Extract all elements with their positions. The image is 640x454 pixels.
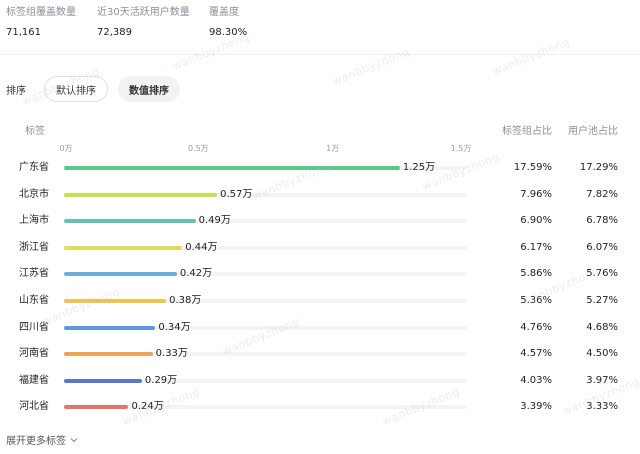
bar-value-label: 0.57万	[220, 188, 253, 200]
tag-group-ratio: 6.90%	[520, 215, 552, 227]
bar-value-label: 1.25万	[402, 162, 436, 173]
tag-row: 山东省 0.38万 5.36% 5.27%	[0, 294, 640, 308]
stat-active-users: 近30天活跃用户数量 72,389	[97, 6, 209, 40]
bar	[64, 325, 156, 330]
bar-value-label: 0.29万	[144, 374, 178, 386]
tag-name: 浙江省	[19, 241, 49, 253]
tag-name: 上海市	[19, 215, 49, 227]
tag-row: 福建省 0.29万 4.03% 3.97%	[0, 374, 640, 388]
user-pool-ratio: 4.68%	[586, 321, 618, 333]
sort-label: 排序	[6, 85, 26, 97]
bar	[64, 192, 218, 197]
tag-row: 广东省 1.25万 17.59% 17.29%	[0, 161, 640, 175]
user-pool-ratio: 6.78%	[586, 215, 618, 227]
value-sort-button[interactable]: 数值排序	[118, 76, 180, 102]
user-pool-ratio: 7.82%	[586, 188, 618, 200]
user-pool-ratio: 6.07%	[586, 241, 618, 253]
bar	[64, 378, 142, 383]
x-tick-label: 0.5万	[187, 144, 209, 153]
stat-label: 标签组覆盖数量	[6, 7, 76, 18]
tag-row: 江苏省 0.42万 5.86% 5.76%	[0, 267, 640, 281]
bar-value-label: 0.33万	[155, 348, 188, 360]
tag-name: 福建省	[19, 374, 49, 386]
user-pool-ratio: 5.76%	[586, 268, 618, 280]
divider	[0, 54, 640, 55]
stat-coverage-rate: 覆盖度 98.30%	[209, 6, 289, 40]
tag-row: 浙江省 0.44万 6.17% 6.07%	[0, 241, 640, 255]
expand-more-tags-button[interactable]: 展开更多标签	[6, 432, 78, 447]
tag-name: 广东省	[19, 162, 49, 173]
bar	[64, 352, 153, 357]
tag-name: 河南省	[19, 348, 49, 360]
bar	[64, 405, 129, 410]
bar-value-label: 0.24万	[131, 401, 164, 413]
column-header-tag: 标签	[25, 126, 45, 137]
tag-group-ratio: 5.86%	[520, 268, 552, 280]
tag-group-ratio: 17.59%	[513, 162, 552, 173]
bar	[64, 219, 196, 224]
bar-value-label: 0.44万	[185, 241, 218, 253]
stat-label: 覆盖度	[209, 7, 239, 18]
tag-row: 河南省 0.33万 4.57% 4.50%	[0, 347, 640, 361]
bar-value-label: 0.34万	[158, 321, 191, 333]
stats-bar: 标签组覆盖数量 71,161 近30天活跃用户数量 72,389 覆盖度 98.…	[6, 6, 289, 40]
tag-row: 上海市 0.49万 6.90% 6.78%	[0, 214, 640, 228]
x-tick-label: 0万	[59, 144, 73, 153]
tag-group-ratio: 4.03%	[520, 374, 552, 386]
default-sort-button[interactable]: 默认排序	[44, 76, 108, 102]
bar-value-label: 0.42万	[179, 268, 213, 280]
watermark: wanbbyzhong	[330, 45, 412, 88]
tag-name: 北京市	[19, 188, 49, 200]
column-header-tag-ratio: 标签组占比	[502, 126, 552, 137]
chevron-down-icon	[70, 437, 78, 442]
stat-value: 71,161	[6, 27, 41, 38]
tag-name: 江苏省	[19, 268, 49, 280]
tag-group-ratio: 5.36%	[520, 295, 552, 306]
bar	[64, 299, 167, 303]
tag-group-ratio: 4.57%	[520, 348, 552, 360]
column-header-user-ratio: 用户池占比	[568, 126, 618, 137]
tag-group-ratio: 4.76%	[520, 321, 552, 333]
tag-group-ratio: 6.17%	[520, 241, 552, 253]
tag-group-ratio: 7.96%	[520, 188, 552, 200]
user-pool-ratio: 17.29%	[579, 162, 618, 173]
tag-name: 河北省	[19, 401, 49, 413]
stat-value: 98.30%	[209, 27, 248, 38]
sort-controls: 排序 默认排序 数值排序	[6, 75, 180, 103]
tag-row: 北京市 0.57万 7.96% 7.82%	[0, 188, 640, 202]
user-pool-ratio: 3.97%	[586, 374, 618, 386]
user-pool-ratio: 3.33%	[586, 401, 618, 413]
tag-name: 四川省	[19, 321, 49, 333]
expand-label: 展开更多标签	[6, 436, 66, 447]
user-pool-ratio: 4.50%	[586, 348, 618, 360]
watermark: wanbbyzhong	[490, 35, 572, 78]
x-tick-label: 1.5万	[450, 144, 472, 153]
bar-value-label: 0.38万	[169, 295, 202, 306]
bar	[64, 245, 183, 250]
bar	[64, 272, 177, 277]
bar	[64, 166, 400, 170]
stat-value: 72,389	[97, 27, 132, 38]
stat-tag-group-coverage: 标签组覆盖数量 71,161	[6, 6, 97, 40]
bar-value-label: 0.49万	[198, 215, 231, 227]
user-pool-ratio: 5.27%	[586, 295, 618, 306]
x-tick-label: 1万	[326, 144, 340, 153]
tag-row: 四川省 0.34万 4.76% 4.68%	[0, 321, 640, 335]
stat-label: 近30天活跃用户数量	[97, 7, 190, 18]
tag-group-ratio: 3.39%	[520, 401, 552, 413]
tag-name: 山东省	[19, 295, 49, 306]
tag-row: 河北省 0.24万 3.39% 3.33%	[0, 400, 640, 414]
